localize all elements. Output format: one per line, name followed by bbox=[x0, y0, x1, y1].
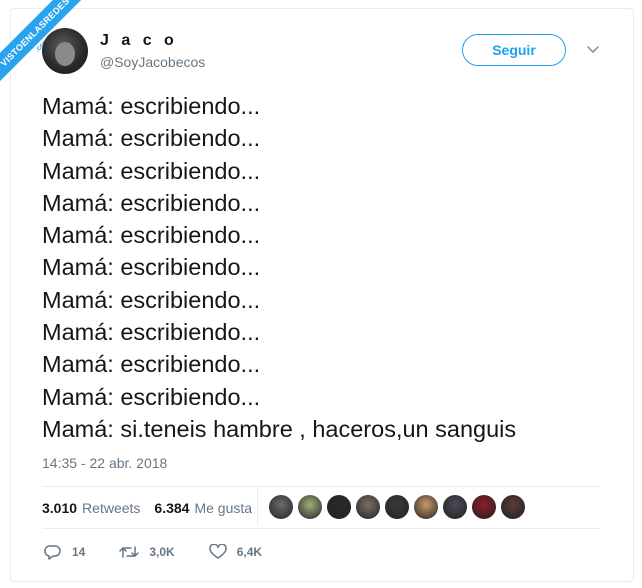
liker-avatar[interactable] bbox=[297, 494, 323, 520]
tweet-line: Mamá: escribiendo... bbox=[42, 222, 261, 249]
tweet-line: Mamá: escribiendo... bbox=[42, 189, 261, 216]
chevron-down-icon[interactable] bbox=[586, 42, 600, 56]
liker-avatar[interactable] bbox=[268, 494, 294, 520]
heart-icon bbox=[208, 544, 227, 559]
stats-separator bbox=[257, 488, 258, 526]
retweets-count: 3.010 bbox=[42, 500, 78, 516]
retweet-icon bbox=[119, 546, 140, 558]
liker-avatar[interactable] bbox=[355, 494, 381, 520]
tweet-line: Mamá: escribiendo... bbox=[42, 286, 261, 313]
likers-avatars bbox=[268, 494, 529, 520]
liker-avatar[interactable] bbox=[442, 494, 468, 520]
tweet-line: Mamá: escribiendo... bbox=[42, 254, 261, 281]
liker-avatar[interactable] bbox=[413, 494, 439, 520]
user-name[interactable]: J a c o bbox=[100, 32, 178, 50]
tweet-line: Mamá: escribiendo... bbox=[42, 157, 261, 184]
reply-icon bbox=[44, 545, 61, 560]
tweet-line: Mamá: escribiendo... bbox=[42, 319, 261, 346]
tweet-line: Mamá: escribiendo... bbox=[42, 351, 261, 378]
retweets-label: Retweets bbox=[82, 500, 141, 516]
liker-avatar[interactable] bbox=[326, 494, 352, 520]
tweet-line: Mamá: escribiendo... bbox=[42, 383, 261, 410]
tweet-text: Mamá: escribiendo... Mamá: escribiendo...… bbox=[42, 90, 612, 445]
likes-label: Me gusta bbox=[194, 500, 253, 516]
likes-count: 6.384 bbox=[154, 500, 190, 516]
retweets-stat[interactable]: 3.010 Retweets bbox=[42, 500, 140, 516]
like-count: 6,4K bbox=[236, 545, 263, 559]
tweet-line: Mamá: escribiendo... bbox=[42, 125, 261, 152]
reply-action[interactable]: 14 bbox=[44, 544, 85, 560]
divider bbox=[42, 528, 600, 529]
tweet-actions: 14 3,0K 6,4K bbox=[44, 544, 296, 560]
likes-stat[interactable]: 6.384 Me gusta bbox=[154, 500, 252, 516]
follow-button[interactable]: Seguir bbox=[462, 34, 566, 66]
liker-avatar[interactable] bbox=[471, 494, 497, 520]
retweet-action[interactable]: 3,0K bbox=[119, 544, 175, 560]
avatar[interactable] bbox=[42, 28, 88, 74]
user-handle[interactable]: @SoyJacobecos bbox=[100, 54, 205, 70]
retweet-count: 3,0K bbox=[149, 545, 175, 559]
tweet-line: Mamá: escribiendo... bbox=[42, 93, 261, 119]
liker-avatar[interactable] bbox=[384, 494, 410, 520]
tweet-line: Mamá: si.teneis hambre , haceros,un sang… bbox=[42, 415, 517, 442]
like-action[interactable]: 6,4K bbox=[208, 544, 263, 560]
divider bbox=[42, 486, 600, 487]
reply-count: 14 bbox=[72, 545, 86, 559]
tweet-timestamp[interactable]: 14:35 - 22 abr. 2018 bbox=[42, 455, 167, 471]
liker-avatar[interactable] bbox=[500, 494, 526, 520]
tweet-stats: 3.010 Retweets 6.384 Me gusta bbox=[42, 500, 266, 516]
